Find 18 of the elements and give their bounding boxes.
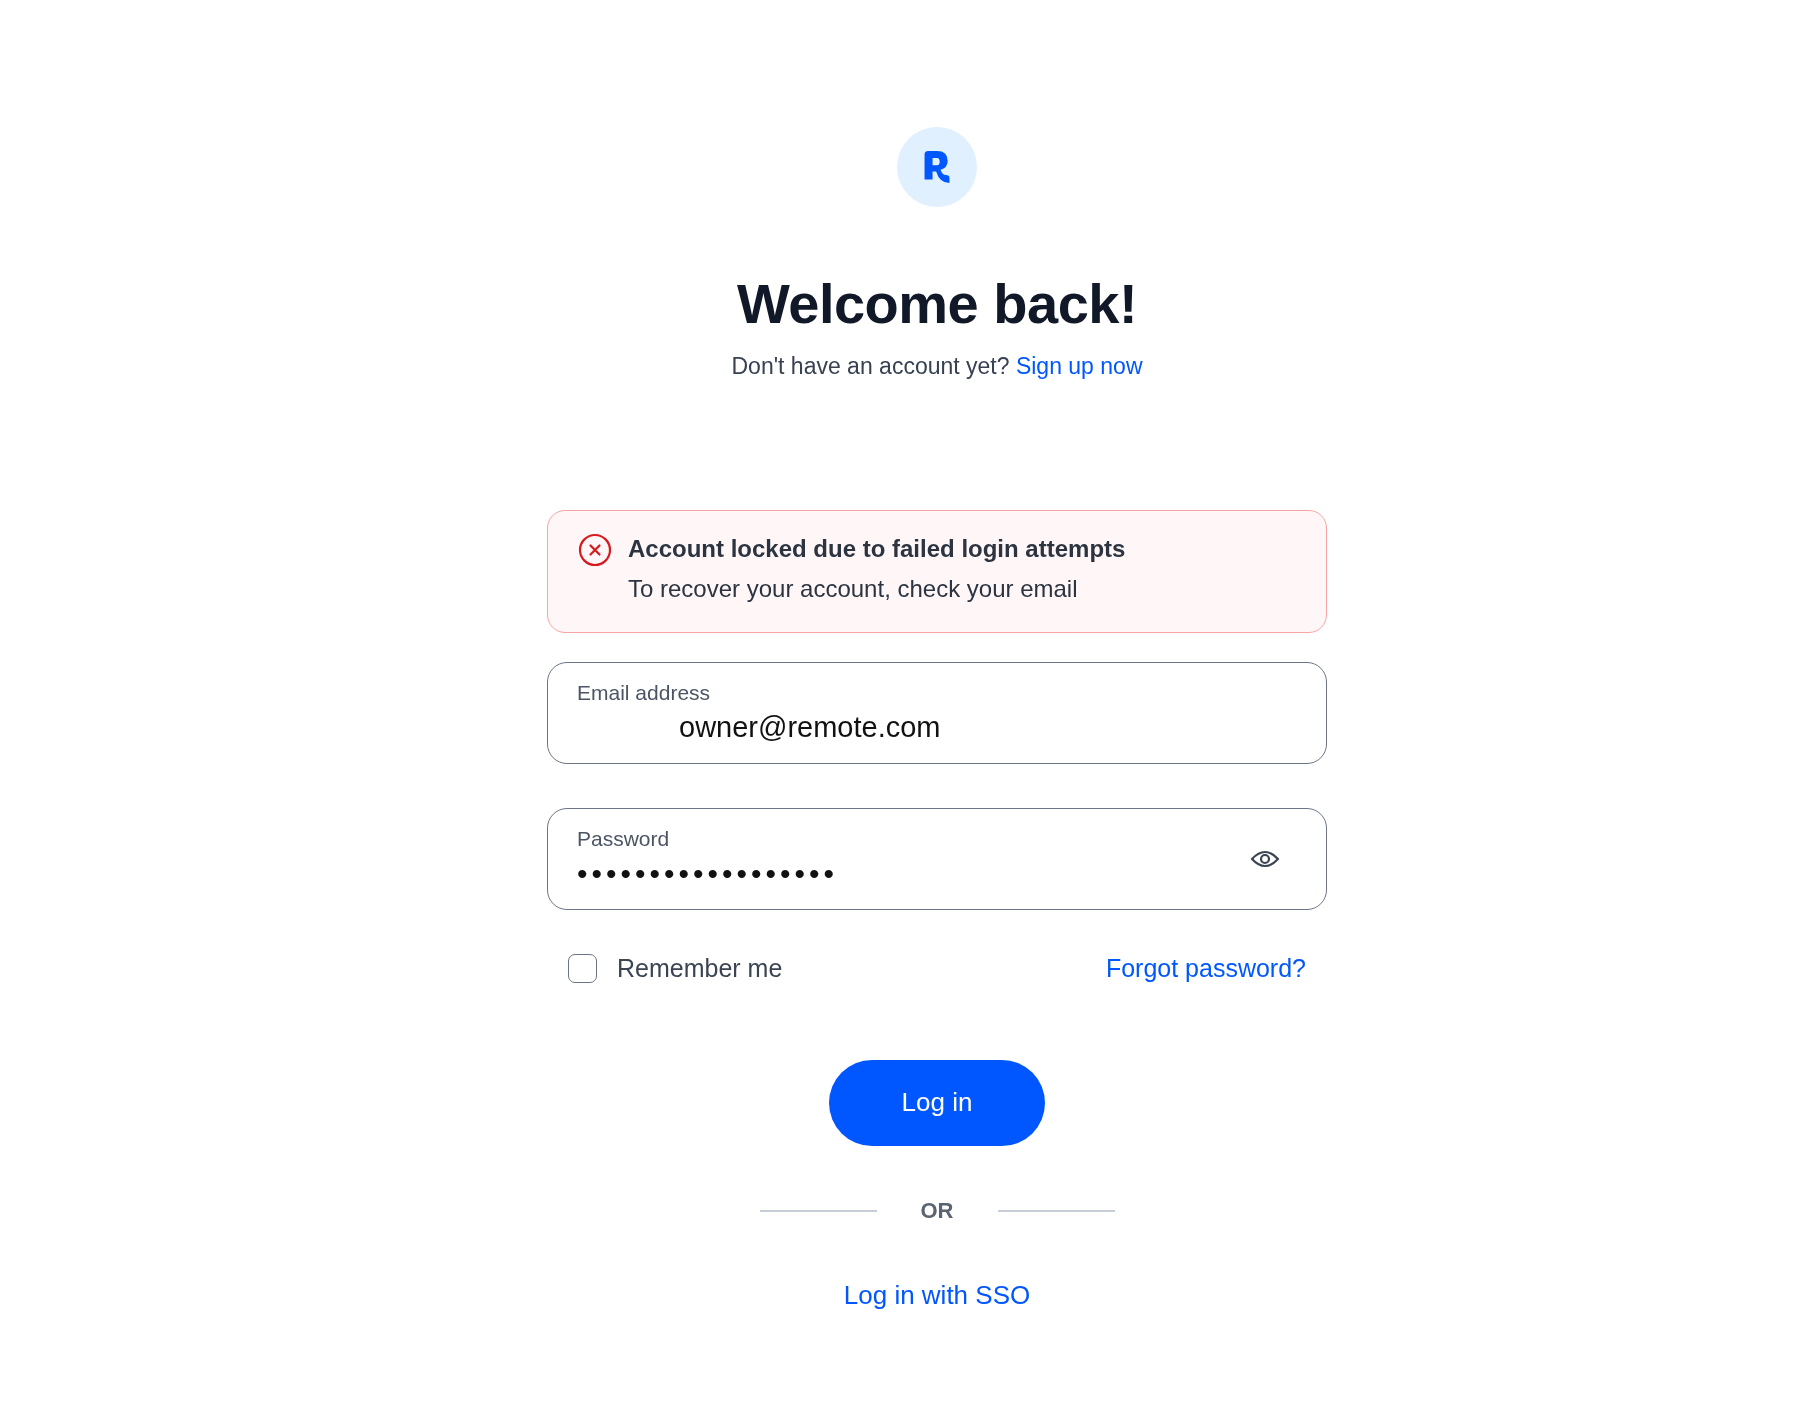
field-label: Email address — [577, 681, 712, 706]
password-field[interactable]: Password •••••••••••••••••• — [547, 807, 1327, 910]
page-title: Welcome back! — [736, 273, 1138, 335]
error-icon — [578, 532, 612, 567]
password-input[interactable]: •••••••••••••••••• — [577, 856, 877, 891]
signup-prompt: Don't have an account yet? Sign up now — [731, 352, 1143, 380]
signup-link[interactable]: Sign up now — [1015, 352, 1143, 379]
login-button[interactable]: Log in — [829, 1059, 1045, 1146]
sso-link[interactable]: Log in with SSO — [843, 1279, 1031, 1311]
email-field[interactable]: Email address owner@remote.com — [547, 661, 1327, 764]
divider-label: OR — [920, 1197, 954, 1224]
alert-title: Account locked due to failed login attempts — [628, 534, 1126, 563]
alert-message: To recover your account, check your email — [628, 574, 1079, 603]
remember-checkbox[interactable] — [568, 953, 597, 983]
forgot-password-link[interactable]: Forgot password? — [1105, 953, 1306, 983]
logo-icon — [923, 151, 951, 183]
remember-label: Remember me — [617, 953, 783, 983]
field-label: Password — [577, 826, 671, 851]
